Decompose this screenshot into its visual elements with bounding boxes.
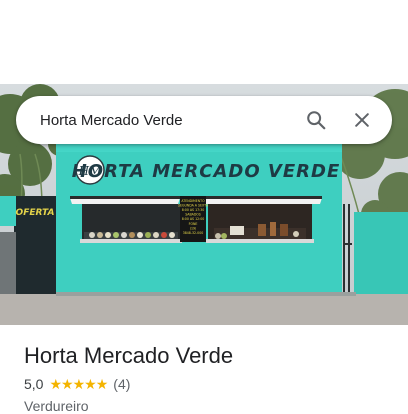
search-input[interactable]: Horta Mercado Verde bbox=[40, 112, 294, 129]
notice-line: (19) bbox=[190, 227, 197, 231]
place-category: Verdureiro bbox=[24, 398, 89, 414]
storefront-sign-text: HORTA MERCADO VERDE bbox=[72, 161, 341, 182]
star-icon: ★ bbox=[84, 376, 97, 392]
review-count[interactable]: (4) bbox=[113, 376, 130, 392]
notice-line: 8:00 AS 17:30 bbox=[182, 208, 205, 212]
star-icon: ★ bbox=[61, 376, 74, 392]
rating-row[interactable]: 5,0 ★ ★ ★ ★ ★ (4) bbox=[24, 376, 130, 392]
notice-line: 8:00 AS 12:00 bbox=[182, 217, 205, 221]
notice-line: SABADOS bbox=[185, 213, 201, 217]
search-bar[interactable]: Horta Mercado Verde bbox=[16, 96, 392, 144]
rating-value: 5,0 bbox=[24, 376, 44, 392]
notice-line: SEGUNDA A SEXTA bbox=[178, 204, 209, 208]
notice-line: FONE bbox=[189, 222, 198, 226]
star-icon: ★ bbox=[49, 376, 62, 392]
place-title: Horta Mercado Verde bbox=[24, 343, 234, 368]
place-info-panel[interactable]: Horta Mercado Verde 5,0 ★ ★ ★ ★ ★ (4) Ve… bbox=[0, 325, 408, 414]
search-icon[interactable] bbox=[294, 98, 338, 142]
star-rating: ★ ★ ★ ★ ★ bbox=[49, 376, 109, 392]
close-icon[interactable] bbox=[340, 98, 384, 142]
notice-line: ATENDIMENTO bbox=[181, 199, 205, 203]
side-sign-text: OFERTA bbox=[16, 208, 55, 218]
top-blank-area bbox=[0, 0, 408, 84]
star-icon: ★ bbox=[95, 376, 109, 392]
notice-line: 3848-32-000 bbox=[183, 231, 204, 235]
star-icon: ★ bbox=[72, 376, 86, 392]
